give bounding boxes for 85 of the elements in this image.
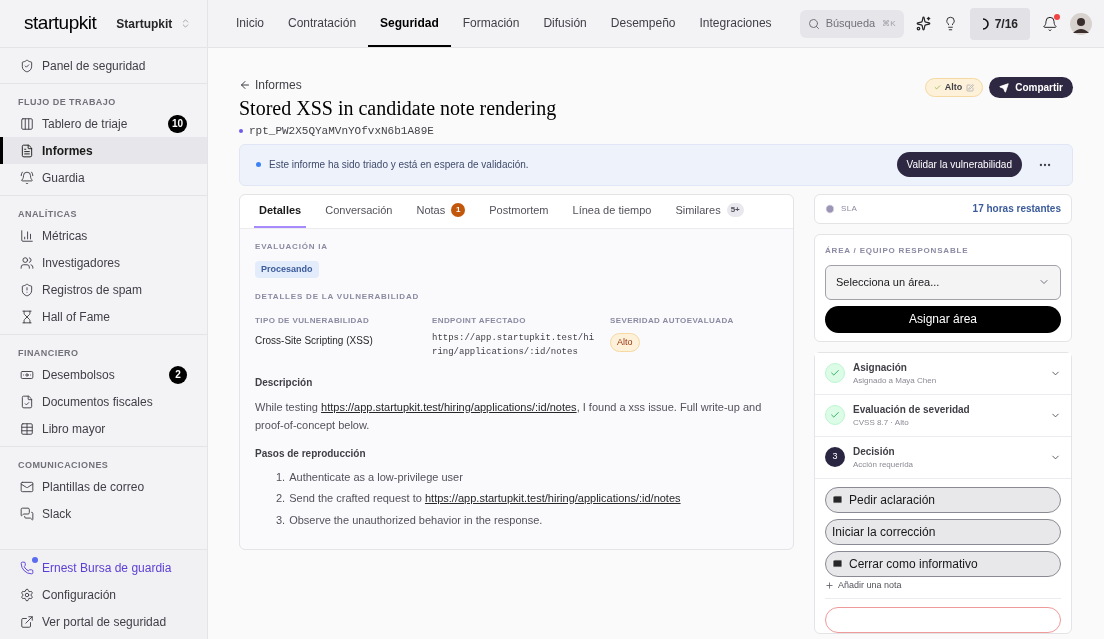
report-id: rpt_PW2X5QYaMVnYOfvxN6b1A89E	[249, 124, 434, 139]
sidebar-item[interactable]: Plantillas de correo	[0, 473, 207, 500]
action-button[interactable]: Pedir aclaración	[825, 486, 1061, 513]
sidebar-item[interactable]: Slack	[0, 500, 207, 527]
nav-tab[interactable]: Inicio	[224, 0, 276, 47]
back-link[interactable]: Informes	[239, 76, 925, 94]
sidebar-item[interactable]: Configuración	[0, 581, 207, 608]
field-label: TIPO DE VULNERABILIDAD	[255, 314, 371, 327]
sidebar-item[interactable]: Libro mayor	[0, 415, 207, 442]
search-field[interactable]: Búsqueda ⌘K	[799, 9, 904, 38]
tab-badge: 5+	[726, 203, 744, 217]
action-button[interactable]: Iniciar la corrección	[825, 518, 1061, 545]
step-number-badge: 3	[825, 447, 845, 467]
sidebar-item[interactable]: Hall of Fame	[0, 303, 207, 330]
sidebar-item[interactable]: Ver portal de seguridad	[0, 608, 207, 635]
section-title: FLUJO DE TRABAJO	[17, 96, 117, 109]
sidebar-item[interactable]: Desembolsos 2	[0, 361, 207, 388]
field-label: ENDPOINT AFECTADO	[432, 314, 527, 327]
report-title: Stored XSS in candidate note rendering	[239, 96, 558, 121]
nav-tab[interactable]: Desempeño	[598, 0, 688, 47]
field-label: ÁREA / EQUIPO RESPONSABLE	[825, 244, 970, 257]
field-value: Cross-Site Scripting (XSS)	[255, 333, 374, 348]
progress-button[interactable]: 7/16	[969, 7, 1030, 40]
sidebar-item[interactable]: Panel de seguridad	[0, 52, 207, 79]
nav-tab[interactable]: Difusión	[531, 0, 599, 47]
tab[interactable]: Detalles	[254, 194, 307, 228]
nav-tab[interactable]: Integraciones	[687, 0, 784, 47]
logo: startupkit	[24, 11, 97, 36]
step-text: Authenticate as a low-privilege user	[289, 469, 463, 485]
step-number: 1.	[276, 469, 286, 485]
tab[interactable]: Similares 5+	[670, 194, 749, 228]
step-text: Send the crafted request to https://app.startupkit.test/hiring/applications/:id/notes	[289, 491, 681, 506]
banner-text: Este informe ha sido triado y está en espera de validación.	[269, 158, 530, 172]
tab-badge: 1	[451, 203, 466, 217]
section-label: EVALUACIÓN IA	[255, 240, 329, 253]
description-text: While testing https://app.startupkit.test/hiring/applications/:id/notes, I found a xss issue. Full write-up and proof-of-concept below.	[255, 399, 763, 433]
area-select[interactable]: Selecciona un área...	[825, 264, 1061, 300]
sidebar-item[interactable]: Investigadores	[0, 249, 207, 276]
field-value: https://app.startupkit.test/hiring/applications/:id/notes	[432, 331, 596, 359]
nav-tab[interactable]: Formación	[450, 0, 532, 47]
sidebar-item[interactable]: Registros de spam	[0, 276, 207, 303]
share-button[interactable]: Compartir	[989, 77, 1073, 98]
workspace-switcher[interactable]: Startupkit	[116, 14, 192, 33]
severity-badge: Alto	[610, 332, 640, 352]
add-note-link[interactable]: Añadir una nota	[825, 578, 1061, 592]
severity-badge[interactable]: Alto	[924, 78, 984, 97]
section-heading: Descripción	[255, 375, 314, 390]
step-title: Evaluación de severidad	[853, 402, 971, 417]
count-badge: 10	[167, 114, 187, 133]
sidebar-item[interactable]: Documentos fiscales	[0, 388, 207, 415]
sla-label: SLA	[841, 202, 858, 215]
step-number: 2.	[276, 491, 286, 506]
count-badge: 2	[169, 365, 187, 384]
tab[interactable]: Notas 1	[411, 194, 471, 228]
nav-tab[interactable]: Contratación	[276, 0, 369, 47]
step-title: Decisión	[853, 444, 896, 459]
sidebar-item[interactable]: Tablero de triaje 10	[0, 110, 207, 137]
validate-button[interactable]: Validar la vulnerabilidad	[896, 152, 1022, 177]
workflow-step[interactable]: Asignación Asignado a Maya Chen	[815, 352, 1071, 395]
step-text: Observe the unauthorized behavior in the response.	[289, 512, 543, 528]
action-button[interactable]: Cerrar como informativo	[825, 550, 1061, 577]
tab[interactable]: Postmortem	[484, 194, 554, 228]
sidebar-item[interactable]: Métricas	[0, 222, 207, 249]
step-title: Asignación	[853, 360, 908, 375]
step-subtitle: CVSS 8.7 · Alto	[853, 416, 910, 429]
sidebar-item[interactable]: Ernest Bursa de guardia	[0, 554, 207, 581]
endpoint-link[interactable]: https://app.startupkit.test/hiring/applications/:id/notes	[321, 400, 577, 413]
assign-button[interactable]: Asignar área	[825, 305, 1061, 333]
step-subtitle: Asignado a Maya Chen	[853, 374, 938, 387]
sla-value: 17 horas restantes	[972, 202, 1061, 216]
section-title: FINANCIERO	[17, 347, 80, 360]
endpoint-link[interactable]: https://app.startupkit.test/hiring/applications/:id/notes	[424, 492, 681, 504]
tab[interactable]: Conversación	[320, 194, 398, 228]
section-label: DETALLES DE LA VULNERABILIDAD	[255, 290, 421, 303]
section-heading: Pasos de reproducción	[255, 446, 367, 461]
sidebar-item[interactable]: Informes	[0, 137, 207, 164]
sidebar-item[interactable]: Guardia	[0, 164, 207, 191]
section-title: ANALÍTICAS	[17, 208, 78, 221]
step-number: 3.	[276, 512, 286, 528]
status-badge: Procesando	[255, 260, 319, 278]
tab[interactable]: Línea de tiempo	[567, 194, 657, 228]
step-subtitle: Acción requerida	[853, 458, 915, 471]
nav-tab[interactable]: Seguridad	[368, 0, 451, 47]
section-title: COMUNICACIONES	[17, 459, 110, 472]
field-label: SEVERIDAD AUTOEVALUADA	[610, 314, 735, 327]
